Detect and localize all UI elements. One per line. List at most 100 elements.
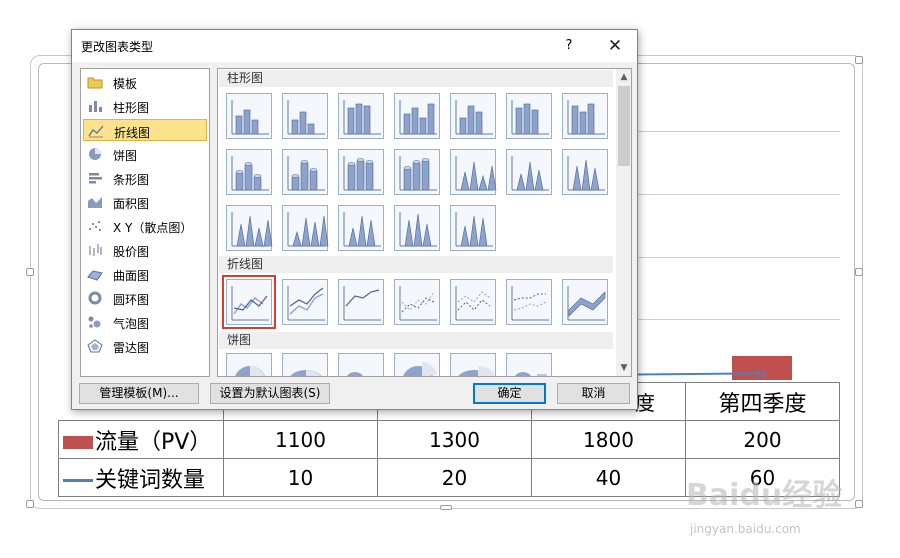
- pie-subtype-thumb[interactable]: [394, 353, 440, 376]
- set-default-chart-button[interactable]: 设置为默认图表(S): [210, 383, 330, 404]
- category-label: 条形图: [113, 173, 150, 187]
- table-cell: 40: [531, 458, 686, 497]
- category-label: 雷达图: [113, 341, 150, 355]
- change-chart-type-dialog: 更改图表类型 ? ✕ 模板 柱形图 折线图 饼图 条形图 面积图 X Y（散点图…: [71, 29, 638, 410]
- keyword-legend-line: [63, 479, 93, 482]
- line-chart-icon: [88, 125, 104, 138]
- category-item-doughnut[interactable]: 圆环图: [83, 287, 207, 309]
- scatter-chart-icon: [89, 221, 101, 231]
- resize-handle[interactable]: [855, 56, 863, 64]
- column-subtype-thumb[interactable]: [450, 149, 497, 195]
- column-subtype-thumb[interactable]: [338, 149, 384, 195]
- traffic-legend-swatch: [63, 436, 93, 449]
- column-subtype-thumb[interactable]: [226, 205, 273, 251]
- category-item-area[interactable]: 面积图: [83, 191, 207, 213]
- category-item-stock[interactable]: 股价图: [83, 239, 207, 261]
- column-subtype-thumb[interactable]: [394, 205, 440, 251]
- line-subtype-thumb[interactable]: [506, 279, 552, 325]
- column-subtype-thumb[interactable]: [226, 149, 272, 195]
- category-item-radar[interactable]: 雷达图: [83, 335, 207, 357]
- table-cell: 200: [685, 420, 840, 459]
- scroll-up-button[interactable]: ▲: [616, 69, 631, 85]
- category-label: 曲面图: [113, 269, 150, 283]
- table-cell: 10: [223, 458, 378, 497]
- stock-chart-icon: [89, 244, 102, 256]
- folder-icon: [87, 77, 103, 89]
- line-subtype-thumb[interactable]: [338, 279, 384, 325]
- pie-subtype-thumb[interactable]: [506, 353, 552, 376]
- pie-subtype-thumb[interactable]: [226, 353, 272, 376]
- line-subtype-thumb[interactable]: [562, 279, 608, 325]
- column-subtype-thumb[interactable]: [282, 149, 328, 195]
- column-subtype-thumb[interactable]: [506, 149, 552, 195]
- surface-chart-icon: [87, 270, 103, 281]
- column-subtype-thumb[interactable]: [562, 93, 608, 139]
- column-subtype-thumb[interactable]: [562, 149, 608, 195]
- table-cell: 1300: [377, 420, 532, 459]
- line-subtype-thumb[interactable]: [222, 275, 276, 329]
- help-button[interactable]: ?: [556, 34, 582, 58]
- line-subtype-thumb[interactable]: [394, 279, 440, 325]
- column-subtype-thumb[interactable]: [506, 93, 552, 139]
- column-subtype-thumb[interactable]: [394, 93, 440, 139]
- category-label: 气泡图: [113, 317, 150, 331]
- cancel-button[interactable]: 取消: [557, 383, 630, 404]
- category-item-bar[interactable]: 条形图: [83, 167, 207, 189]
- pie-subtype-thumb[interactable]: [338, 353, 384, 376]
- resize-handle[interactable]: [26, 268, 34, 276]
- category-item-bubble[interactable]: 气泡图: [83, 311, 207, 333]
- column-subtype-thumb[interactable]: [226, 93, 272, 139]
- column-subtype-thumb[interactable]: [450, 205, 496, 251]
- pie-subtype-thumb[interactable]: [450, 353, 496, 376]
- category-item-surface[interactable]: 曲面图: [83, 263, 207, 285]
- category-item-column[interactable]: 柱形图: [83, 95, 207, 117]
- section-header-column: 柱形图: [219, 70, 613, 87]
- category-label: X Y（散点图）: [113, 221, 193, 235]
- category-label: 圆环图: [113, 293, 150, 307]
- chart-subtype-gallery: 柱形图 折线图 饼图 ▲ ▼: [217, 68, 632, 377]
- resize-handle[interactable]: [855, 268, 863, 276]
- resize-handle[interactable]: [440, 505, 452, 510]
- column-subtype-thumb[interactable]: [282, 93, 328, 139]
- table-cell: 20: [377, 458, 532, 497]
- line-point-marker[interactable]: [756, 370, 766, 378]
- column-subtype-thumb[interactable]: [338, 205, 384, 251]
- scroll-down-button[interactable]: ▼: [616, 360, 631, 376]
- row-label: 流量（PV）: [95, 429, 212, 455]
- manage-templates-button[interactable]: 管理模板(M)...: [79, 383, 199, 404]
- line-subtype-thumb[interactable]: [282, 279, 328, 325]
- scroll-thumb[interactable]: [618, 86, 630, 166]
- close-button[interactable]: ✕: [600, 34, 630, 58]
- line-subtype-thumb[interactable]: [450, 279, 496, 325]
- radar-chart-icon: [87, 339, 103, 353]
- gallery-scrollbar[interactable]: ▲ ▼: [616, 69, 631, 376]
- area-chart-icon: [88, 197, 102, 208]
- category-label: 股价图: [113, 245, 150, 259]
- category-label: 模板: [113, 77, 138, 91]
- column-subtype-thumb[interactable]: [394, 149, 440, 195]
- category-item-line[interactable]: 折线图: [83, 119, 207, 141]
- dialog-title: 更改图表类型: [81, 40, 154, 54]
- header-q4: 第四季度: [685, 382, 840, 421]
- column-chart-icon: [89, 101, 102, 112]
- category-item-pie[interactable]: 饼图: [83, 143, 207, 165]
- category-label: 面积图: [113, 197, 150, 211]
- resize-handle[interactable]: [855, 500, 863, 508]
- table-row: 流量（PV） 1100 1300 1800 200: [58, 420, 840, 459]
- ok-button[interactable]: 确定: [473, 383, 546, 404]
- section-header-pie: 饼图: [219, 332, 613, 349]
- pie-subtype-thumb[interactable]: [282, 353, 328, 376]
- row-label: 关键词数量: [95, 467, 206, 493]
- chart-category-list: 模板 柱形图 折线图 饼图 条形图 面积图 X Y（散点图） 股价图 曲面图 圆…: [80, 68, 210, 377]
- resize-handle[interactable]: [26, 500, 34, 508]
- column-subtype-thumb[interactable]: [338, 93, 384, 139]
- category-label: 饼图: [113, 149, 138, 163]
- column-subtype-thumb[interactable]: [450, 93, 496, 139]
- table-cell: 1800: [531, 420, 686, 459]
- dialog-titlebar[interactable]: 更改图表类型 ? ✕: [72, 30, 637, 62]
- watermark-url: jingyan.baidu.com: [690, 522, 801, 536]
- column-subtype-thumb[interactable]: [282, 205, 329, 251]
- category-item-scatter[interactable]: X Y（散点图）: [83, 215, 207, 237]
- bar-chart-icon: [89, 173, 102, 184]
- category-item-templates[interactable]: 模板: [83, 71, 207, 93]
